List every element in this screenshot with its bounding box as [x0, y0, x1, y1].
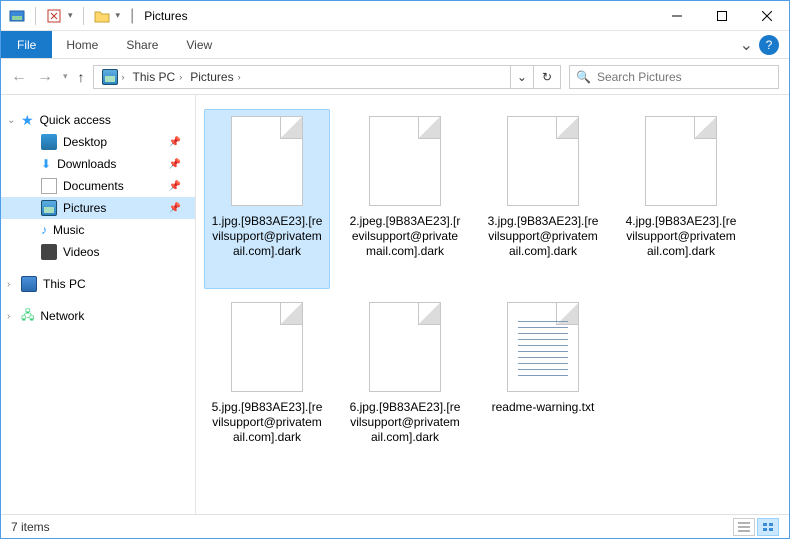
network-icon: 🖧: [21, 306, 34, 327]
breadcrumb-thispc[interactable]: This PC›: [129, 66, 187, 88]
refresh-icon[interactable]: ↻: [533, 66, 560, 88]
videos-icon: [41, 244, 57, 260]
tab-share[interactable]: Share: [112, 31, 172, 58]
file-item[interactable]: 2.jpeg.[9B83AE23].[revilsupport@privatem…: [342, 109, 468, 289]
separator: [83, 7, 84, 25]
sidebar-item-quickaccess[interactable]: ⌄★Quick access: [1, 109, 195, 131]
sidebar-item-desktop[interactable]: Desktop📌: [1, 131, 195, 153]
chevron-right-icon: ›: [179, 72, 182, 82]
caret-down-icon: ⌄: [7, 115, 15, 126]
generic-file-icon: [369, 302, 441, 392]
file-item[interactable]: readme-warning.txt: [480, 295, 606, 475]
nav-forward-icon: →: [37, 68, 53, 86]
file-item[interactable]: 1.jpg.[9B83AE23].[revilsupport@privatema…: [204, 109, 330, 289]
pictures-icon: [41, 200, 57, 216]
pin-icon: 📌: [169, 181, 181, 192]
title-separator: |: [130, 7, 134, 25]
chevron-right-icon: ›: [122, 72, 125, 82]
breadcrumb-pictures[interactable]: Pictures›: [186, 66, 244, 88]
sidebar-item-music[interactable]: ♪Music: [1, 219, 195, 241]
view-details-button[interactable]: [733, 518, 755, 536]
separator: [35, 7, 36, 25]
pin-icon: 📌: [169, 159, 181, 170]
folder-open-icon[interactable]: [94, 8, 110, 24]
sidebar-item-documents[interactable]: Documents📌: [1, 175, 195, 197]
address-history-icon[interactable]: ⌄: [510, 66, 533, 88]
pin-icon: 📌: [169, 137, 181, 148]
generic-file-icon: [507, 116, 579, 206]
search-input[interactable]: 🔍 Search Pictures: [569, 65, 779, 89]
help-button[interactable]: ?: [759, 35, 779, 55]
title-bar: ▾ ▾ | Pictures: [1, 1, 789, 31]
downloads-icon: ⬇: [41, 157, 51, 171]
chevron-right-icon: ›: [238, 72, 241, 82]
file-item[interactable]: 6.jpg.[9B83AE23].[revilsupport@privatema…: [342, 295, 468, 475]
qat-properties-icon[interactable]: [46, 8, 62, 24]
nav-back-icon[interactable]: ←: [11, 68, 27, 86]
file-name-label: 2.jpeg.[9B83AE23].[revilsupport@privatem…: [349, 214, 461, 259]
app-icon: [9, 8, 25, 24]
tab-view[interactable]: View: [172, 31, 226, 58]
file-name-label: 6.jpg.[9B83AE23].[revilsupport@privatema…: [349, 400, 461, 445]
minimize-button[interactable]: [654, 1, 699, 31]
tab-home[interactable]: Home: [52, 31, 112, 58]
file-name-label: readme-warning.txt: [492, 400, 595, 415]
ribbon-expand-icon[interactable]: ⌄: [734, 35, 759, 55]
pictures-crumb-icon: [102, 69, 118, 85]
maximize-button[interactable]: [699, 1, 744, 31]
file-name-label: 3.jpg.[9B83AE23].[revilsupport@privatema…: [487, 214, 599, 259]
tab-file[interactable]: File: [1, 31, 52, 58]
file-item[interactable]: 3.jpg.[9B83AE23].[revilsupport@privatema…: [480, 109, 606, 289]
nav-recent-icon[interactable]: ▾: [63, 71, 68, 82]
caret-right-icon: ›: [7, 311, 10, 322]
address-bar[interactable]: › This PC› Pictures› ⌄ ↻: [93, 65, 561, 89]
ribbon-tabs: File Home Share View ⌄ ?: [1, 31, 789, 59]
star-icon: ★: [21, 112, 34, 129]
pc-icon: [21, 276, 37, 292]
search-icon: 🔍: [576, 70, 591, 84]
qat-dropdown-icon[interactable]: ▾: [68, 10, 73, 21]
qat-dropdown-2-icon[interactable]: ▾: [116, 10, 121, 21]
file-name-label: 5.jpg.[9B83AE23].[revilsupport@privatema…: [211, 400, 323, 445]
sidebar-item-downloads[interactable]: ⬇Downloads📌: [1, 153, 195, 175]
sidebar-item-thispc[interactable]: ›This PC: [1, 273, 195, 295]
generic-file-icon: [231, 302, 303, 392]
text-file-icon: [507, 302, 579, 392]
pin-icon: 📌: [169, 203, 181, 214]
generic-file-icon: [231, 116, 303, 206]
status-bar: 7 items: [1, 514, 789, 538]
music-icon: ♪: [41, 223, 47, 237]
nav-up-icon[interactable]: ↑: [78, 69, 85, 85]
file-list[interactable]: 1.jpg.[9B83AE23].[revilsupport@privatema…: [196, 95, 789, 514]
window-title: Pictures: [144, 9, 187, 23]
status-item-count: 7 items: [11, 520, 50, 534]
generic-file-icon: [645, 116, 717, 206]
file-name-label: 1.jpg.[9B83AE23].[revilsupport@privatema…: [211, 214, 323, 259]
documents-icon: [41, 178, 57, 194]
search-placeholder: Search Pictures: [597, 70, 682, 84]
file-name-label: 4.jpg.[9B83AE23].[revilsupport@privatema…: [625, 214, 737, 259]
close-button[interactable]: [744, 1, 789, 31]
sidebar-item-pictures[interactable]: Pictures📌: [1, 197, 195, 219]
nav-sidebar: ⌄★Quick access Desktop📌 ⬇Downloads📌 Docu…: [1, 95, 196, 514]
file-item[interactable]: 5.jpg.[9B83AE23].[revilsupport@privatema…: [204, 295, 330, 475]
generic-file-icon: [369, 116, 441, 206]
file-item[interactable]: 4.jpg.[9B83AE23].[revilsupport@privatema…: [618, 109, 744, 289]
caret-right-icon: ›: [7, 279, 10, 290]
sidebar-item-network[interactable]: ›🖧Network: [1, 305, 195, 327]
breadcrumb-root[interactable]: ›: [98, 66, 129, 88]
sidebar-item-videos[interactable]: Videos: [1, 241, 195, 263]
view-largeicons-button[interactable]: [757, 518, 779, 536]
desktop-icon: [41, 134, 57, 150]
address-row: ← → ▾ ↑ › This PC› Pictures› ⌄ ↻ 🔍 Searc…: [1, 59, 789, 95]
